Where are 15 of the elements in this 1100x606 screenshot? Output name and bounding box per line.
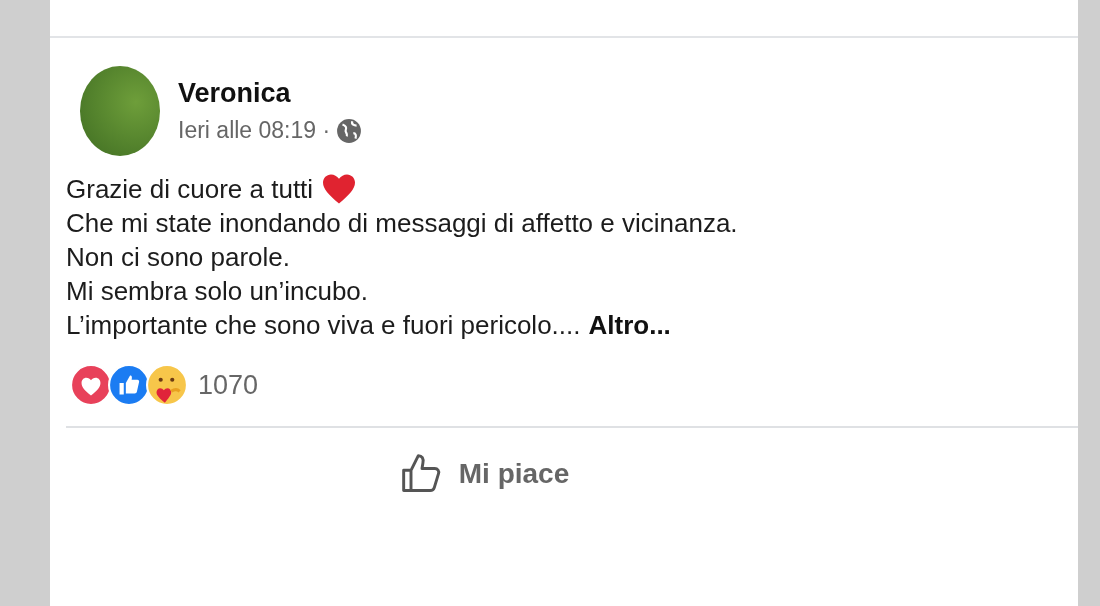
like-reaction-icon xyxy=(108,364,150,406)
love-reaction-icon xyxy=(70,364,112,406)
post-text-line: Mi sembra solo un’incubo. xyxy=(66,275,369,308)
more-link[interactable]: Altro... xyxy=(588,308,671,342)
globe-icon xyxy=(336,117,363,144)
post-text-line: Che mi state inondando di messaggi di affetto e vicinanza. xyxy=(66,207,738,240)
like-button[interactable]: Mi piace xyxy=(390,448,578,500)
heart-icon xyxy=(321,173,358,205)
post-text-line: Non ci sono parole. xyxy=(66,241,291,274)
post-timestamp[interactable]: Ieri alle 08:19 · xyxy=(178,117,331,144)
post-text-line: L’importante che sono viva e fuori pericolo.... xyxy=(66,309,581,342)
post-text-line: Grazie di cuore a tutti xyxy=(66,173,314,206)
care-reaction-icon xyxy=(146,364,188,406)
reaction-count[interactable]: 1070 xyxy=(198,369,259,401)
author-name[interactable]: Veronica xyxy=(178,78,363,109)
